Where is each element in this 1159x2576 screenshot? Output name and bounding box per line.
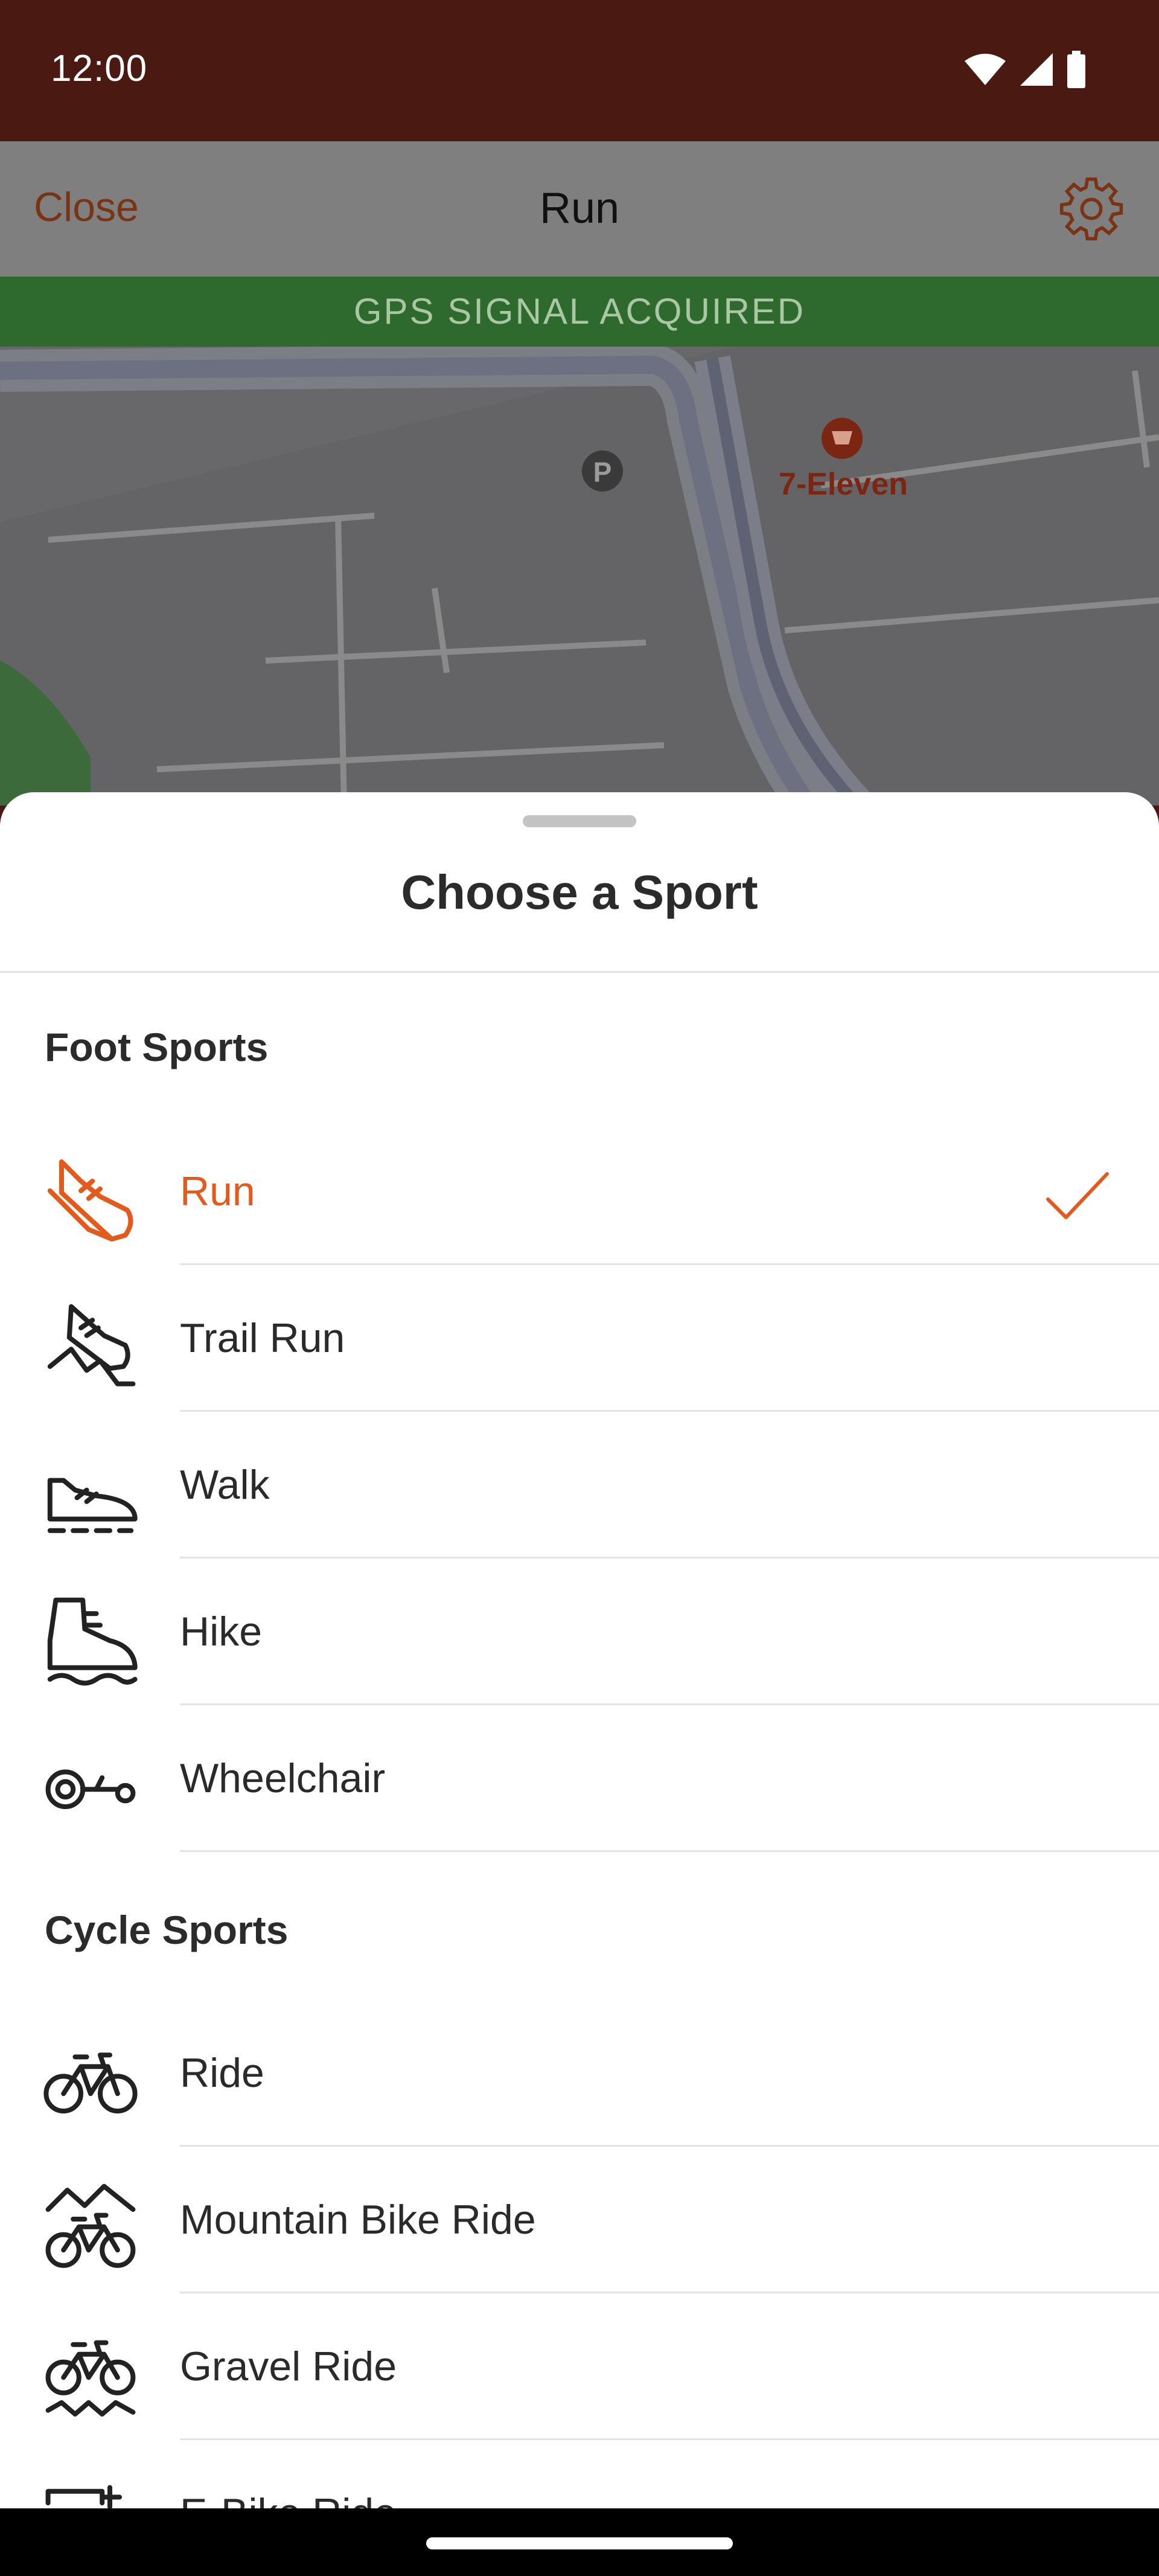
system-nav-bar [0, 2508, 1159, 2576]
sport-item-walk[interactable]: Walk [0, 1412, 1159, 1559]
walk-shoe-icon [47, 1478, 138, 1533]
page-title: Run [539, 184, 620, 232]
run-shoe-icon [47, 1159, 133, 1242]
home-gesture-handle[interactable] [426, 2537, 733, 2549]
map-view[interactable]: P 7-Eleven [0, 347, 1159, 806]
signal-icon [1020, 53, 1053, 86]
sport-item-trail-run[interactable]: Trail Run [0, 1265, 1159, 1412]
status-time: 12:00 [51, 48, 148, 89]
sport-item-gravel-ride[interactable]: Gravel Ride [0, 2293, 1159, 2440]
sport-item-ride[interactable]: Ride [0, 2000, 1159, 2147]
sport-item-label: Walk [180, 1462, 270, 1508]
sport-item-label: Gravel Ride [180, 2344, 397, 2389]
sport-item-mountain-bike-ride[interactable]: Mountain Bike Ride [0, 2147, 1159, 2293]
map-poi-store[interactable]: 7-Eleven [779, 466, 908, 502]
sheet-title: Choose a Sport [401, 865, 758, 919]
sport-item-label: Ride [180, 2050, 264, 2096]
gear-icon[interactable] [1058, 175, 1125, 243]
ebike-icon [45, 2485, 122, 2508]
hike-boot-icon [47, 1597, 138, 1686]
sport-item-run[interactable]: Run [0, 1118, 1159, 1265]
sport-item-label: Wheelchair [180, 1755, 386, 1801]
status-icons [963, 51, 1087, 88]
divider [180, 1850, 1159, 1852]
gravel-bike-icon [45, 2340, 136, 2417]
sport-item-label: Hike [180, 1609, 263, 1655]
divider [0, 971, 1159, 973]
section-header-foot-sports: Foot Sports [45, 1025, 269, 1069]
map-roads: P [0, 347, 1159, 806]
section-header-cycle-sports: Cycle Sports [45, 1908, 289, 1952]
sport-item-e-bike-ride[interactable]: E-Bike Ride [0, 2440, 1159, 2508]
mountain-bike-icon [45, 2184, 136, 2268]
checkmark-icon [1046, 1172, 1109, 1219]
svg-text:P: P [593, 457, 612, 488]
sport-item-label: Trail Run [180, 1315, 345, 1361]
sheet-drag-handle[interactable] [523, 815, 636, 827]
battery-icon [1067, 51, 1085, 88]
sport-item-label: E-Bike Ride [180, 2490, 397, 2508]
wifi-icon [965, 54, 1006, 85]
status-bar: 12:00 [0, 0, 1159, 141]
bike-icon [43, 2052, 138, 2113]
sport-item-label: Mountain Bike Ride [180, 2197, 536, 2243]
sport-item-hike[interactable]: Hike [0, 1559, 1159, 1705]
app-bar: Close Run [0, 141, 1159, 277]
choose-sport-sheet: Choose a Sport Foot Sports Run Trail Run [0, 792, 1159, 2508]
wheelchair-icon [45, 1769, 136, 1809]
trail-run-icon [47, 1304, 136, 1386]
gps-status-banner: GPS SIGNAL ACQUIRED [0, 277, 1159, 347]
sport-item-wheelchair[interactable]: Wheelchair [0, 1705, 1159, 1852]
sport-item-label: Run [180, 1168, 255, 1214]
